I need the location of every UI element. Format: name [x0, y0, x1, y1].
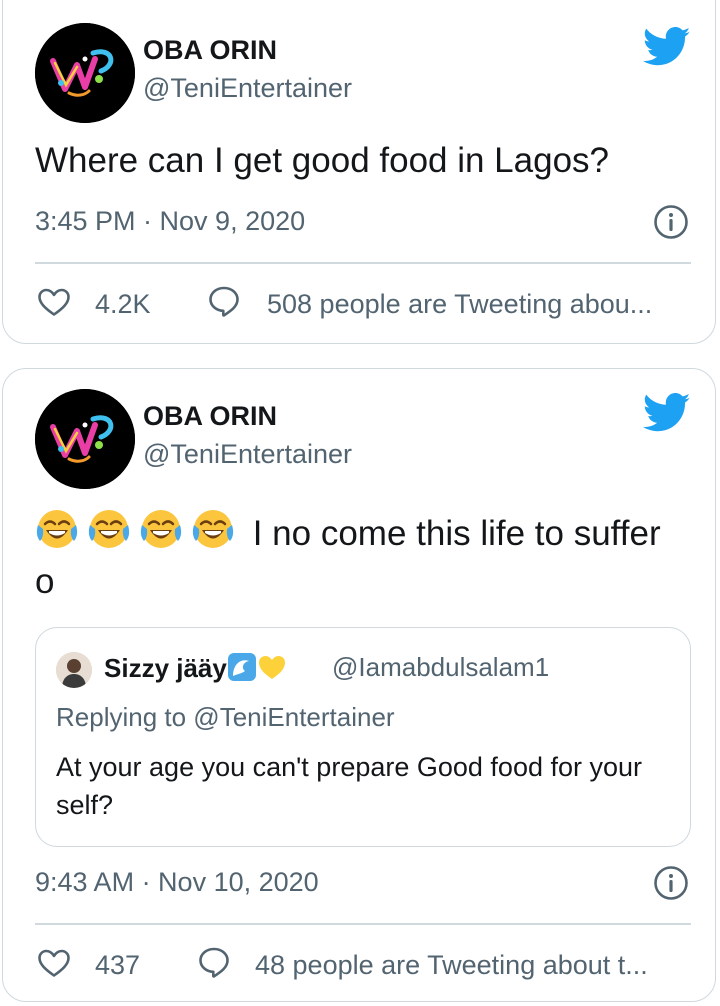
- tweet-text: I no come this life to suffer o: [35, 507, 685, 606]
- like-count[interactable]: 4.2K: [95, 289, 151, 320]
- info-icon[interactable]: [653, 204, 689, 240]
- tweet-timestamp[interactable]: 9:43 AM · Nov 10, 2020: [35, 867, 319, 898]
- quoted-author-handle[interactable]: @Iamabdulsalam1: [332, 652, 549, 683]
- face-with-tears-of-joy-icon: [191, 507, 235, 551]
- tweet-timestamp[interactable]: 3:45 PM · Nov 9, 2020: [35, 206, 305, 237]
- yellow-heart-icon: [257, 652, 287, 682]
- replying-to[interactable]: Replying to @TeniEntertainer: [56, 702, 395, 733]
- tweet-card[interactable]: OBA ORIN @TeniEntertainer I no come this…: [2, 368, 716, 1002]
- quoted-author-name[interactable]: Sizzy jääy: [104, 652, 287, 684]
- divider: [35, 923, 691, 925]
- water-wave-icon: [227, 652, 257, 682]
- speech-bubble-icon[interactable]: [197, 946, 231, 978]
- quoted-tweet[interactable]: Sizzy jääy @Iamabdulsalam1 Replying to @…: [35, 627, 691, 847]
- heart-icon[interactable]: [37, 287, 71, 317]
- twitter-bird-icon[interactable]: [643, 393, 691, 433]
- info-icon[interactable]: [653, 865, 689, 901]
- quoted-text: At your age you can't prepare Good food …: [56, 752, 643, 820]
- author-name[interactable]: OBA ORIN: [143, 401, 277, 432]
- quoted-avatar[interactable]: [56, 652, 92, 688]
- person-photo-icon: [56, 652, 92, 688]
- speech-bubble-icon[interactable]: [207, 285, 241, 317]
- face-with-tears-of-joy-icon: [139, 507, 183, 551]
- face-with-tears-of-joy-icon: [35, 507, 79, 551]
- like-count[interactable]: 437: [95, 950, 140, 981]
- author-name[interactable]: OBA ORIN: [143, 35, 277, 66]
- discussion-link[interactable]: 48 people are Tweeting about t...: [255, 950, 687, 981]
- author-handle[interactable]: @TeniEntertainer: [143, 73, 352, 104]
- tweet-card[interactable]: OBA ORIN @TeniEntertainer Where can I ge…: [2, 0, 716, 344]
- divider: [35, 262, 691, 264]
- avatar[interactable]: [35, 23, 135, 123]
- discussion-link[interactable]: 508 people are Tweeting abou...: [267, 289, 687, 320]
- avatar[interactable]: [35, 389, 135, 489]
- twitter-bird-icon[interactable]: [643, 27, 691, 67]
- artist-logo-icon: [35, 389, 135, 489]
- author-handle[interactable]: @TeniEntertainer: [143, 439, 352, 470]
- tweet-text: Where can I get good food in Lagos?: [35, 141, 610, 180]
- heart-icon[interactable]: [37, 948, 71, 978]
- face-with-tears-of-joy-icon: [87, 507, 131, 551]
- artist-logo-icon: [35, 23, 135, 123]
